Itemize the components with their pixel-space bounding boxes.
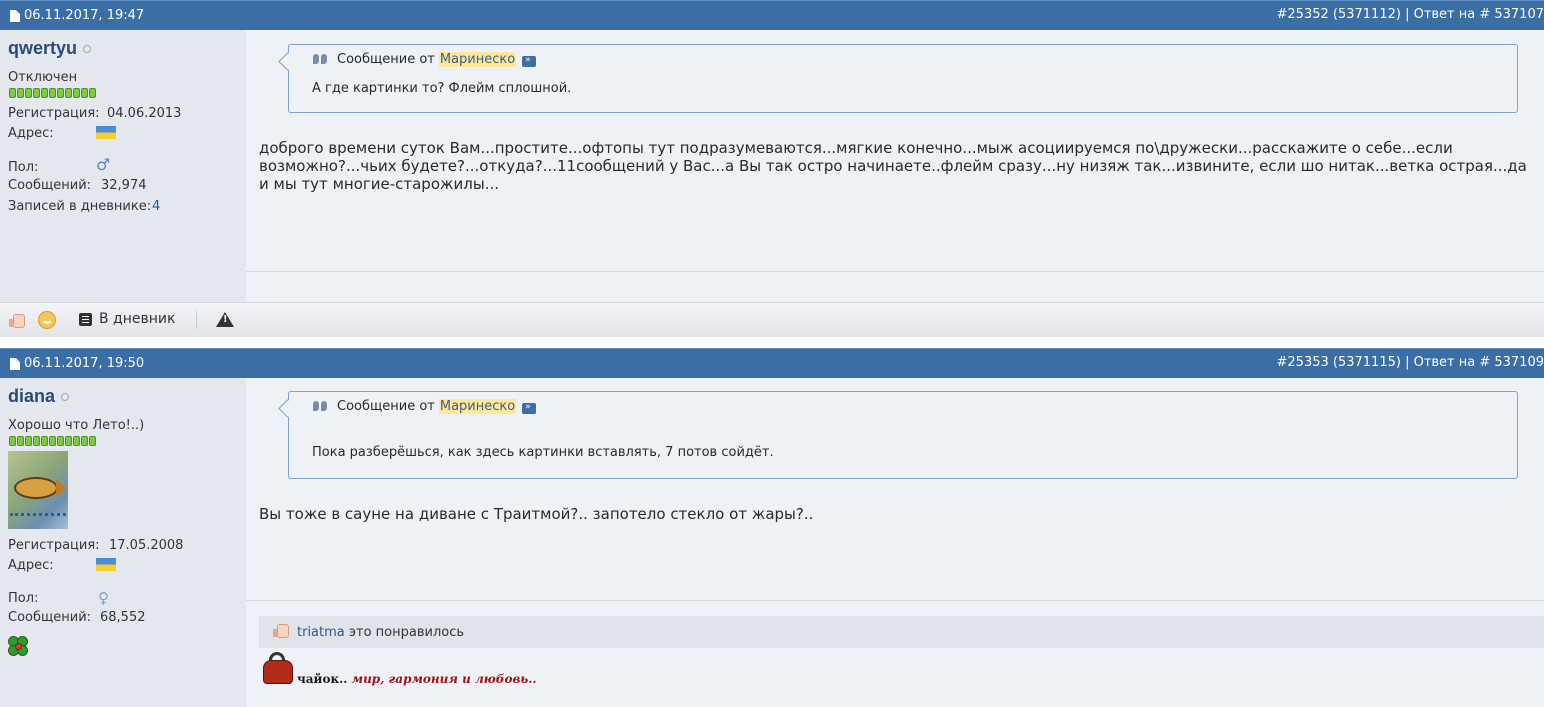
- message-panel: Сообщение от Маринеско А где картинки то…: [246, 30, 1544, 302]
- user-info-panel: diana Хорошо что Лето!..) Регистрация: 1…: [0, 378, 246, 707]
- quote-author-link[interactable]: Маринеско: [438, 52, 517, 67]
- post-number-link[interactable]: #25352 (5371112) | Ответ на # 537107: [1277, 7, 1544, 22]
- wave-pattern: [10, 513, 66, 524]
- diary-count-link[interactable]: 4: [152, 199, 160, 214]
- post-date: 06.11.2017, 19:47: [10, 8, 144, 23]
- quote-header: Сообщение от Маринеско: [313, 399, 537, 414]
- signature-part-2: мир, гармония и любовь..: [351, 672, 537, 686]
- offline-status-icon: [61, 393, 70, 402]
- user-status: Отключен: [8, 70, 78, 85]
- reputation-bar: [9, 88, 97, 98]
- document-icon: [10, 357, 20, 370]
- username-text[interactable]: qwertyu: [8, 38, 77, 58]
- quote-block: Сообщение от Маринеско Пока разберёшься,…: [278, 391, 1518, 479]
- quote-block: Сообщение от Маринеско А где картинки то…: [278, 44, 1518, 113]
- post-date: 06.11.2017, 19:50: [10, 356, 144, 371]
- post-25352: 06.11.2017, 19:47 #25352 (5371112) | Отв…: [0, 0, 1544, 346]
- post-number-link[interactable]: #25353 (5371115) | Ответ на # 537109: [1277, 355, 1544, 370]
- thumbs-up-icon: [273, 622, 289, 638]
- view-post-icon[interactable]: [522, 402, 537, 414]
- view-post-icon[interactable]: [522, 55, 537, 67]
- messages-count: 68,552: [100, 610, 146, 625]
- message-text: Вы тоже в сауне на диване с Траитмой?.. …: [259, 505, 814, 523]
- gender-label: Пол:: [8, 591, 39, 606]
- address-label: Адрес:: [8, 558, 54, 573]
- user-info-panel: qwertyu Отключен Регистрация: 04.06.2013…: [0, 30, 246, 302]
- toolbar-divider: [196, 311, 197, 329]
- quote-author-link[interactable]: Маринеско: [438, 399, 517, 414]
- message-text: доброго времени суток Вам...простите...о…: [259, 139, 1527, 193]
- smile-icon[interactable]: [38, 311, 56, 329]
- to-diary-label: В дневник: [99, 311, 176, 327]
- message-separator: [246, 600, 1544, 601]
- quote-arrow: [278, 52, 297, 71]
- ukraine-flag-icon: [96, 126, 116, 139]
- messages-label: Сообщений:: [8, 178, 92, 193]
- post-date-text: 06.11.2017, 19:50: [24, 356, 145, 371]
- avatar[interactable]: [8, 451, 68, 529]
- document-icon: [10, 9, 20, 22]
- quote-prefix: Сообщение от: [337, 399, 435, 414]
- likes-bar: triatma это понравилось: [259, 616, 1544, 648]
- quote-arrow: [278, 399, 297, 418]
- post-header: 06.11.2017, 19:50 #25353 (5371115) | Отв…: [0, 348, 1544, 379]
- liker-link[interactable]: triatma: [297, 625, 345, 640]
- post-25353: 06.11.2017, 19:50 #25353 (5371115) | Отв…: [0, 348, 1544, 707]
- registration-date: 04.06.2013: [107, 106, 182, 121]
- messages-count: 32,974: [101, 178, 147, 193]
- registration-date: 17.05.2008: [109, 538, 184, 553]
- ukraine-flag-icon: [96, 558, 116, 571]
- registration-label: Регистрация:: [8, 106, 100, 121]
- post-header: 06.11.2017, 19:47 #25352 (5371112) | Отв…: [0, 0, 1544, 31]
- diary-icon: [79, 312, 92, 326]
- likes-suffix: это понравилось: [348, 625, 465, 640]
- username[interactable]: qwertyu: [8, 38, 92, 59]
- username[interactable]: diana: [8, 386, 70, 407]
- thumbs-up-icon[interactable]: [9, 312, 25, 328]
- quote-icon: [313, 53, 329, 66]
- user-status: Хорошо что Лето!..): [8, 418, 145, 433]
- female-icon: ♀: [98, 589, 109, 607]
- signature-part-1: чайок..: [297, 672, 348, 686]
- offline-status-icon: [83, 45, 92, 54]
- post-date-text: 06.11.2017, 19:47: [24, 8, 145, 23]
- quote-prefix: Сообщение от: [337, 52, 435, 67]
- username-text[interactable]: diana: [8, 386, 55, 406]
- to-diary-button[interactable]: В дневник: [79, 311, 175, 327]
- messages-label: Сообщений:: [8, 610, 92, 625]
- kettle-icon: [259, 650, 297, 686]
- diary-label: Записей в дневнике:: [8, 199, 152, 214]
- quote-text: Пока разберёшься, как здесь картинки вст…: [312, 445, 774, 460]
- address-label: Адрес:: [8, 126, 54, 141]
- fish-tail: [56, 479, 66, 497]
- male-icon: ♂: [96, 155, 111, 174]
- registration-label: Регистрация:: [8, 538, 100, 553]
- signature: чайок.. мир, гармония и любовь..: [259, 650, 859, 688]
- quote-header: Сообщение от Маринеско: [313, 52, 537, 67]
- fish-picture: [14, 477, 58, 499]
- quote-icon: [313, 400, 329, 413]
- signature-text: чайок.. мир, гармония и любовь..: [297, 672, 537, 686]
- message-separator: [246, 271, 1544, 272]
- clover-icon: [8, 636, 28, 656]
- reputation-bar: [9, 436, 97, 446]
- quote-text: А где картинки то? Флейм сплошной.: [312, 81, 572, 96]
- gender-label: Пол:: [8, 160, 39, 175]
- likes-text: triatma это понравилось: [297, 625, 464, 640]
- post-action-bar: В дневник: [0, 302, 1544, 337]
- warning-icon[interactable]: [216, 312, 234, 327]
